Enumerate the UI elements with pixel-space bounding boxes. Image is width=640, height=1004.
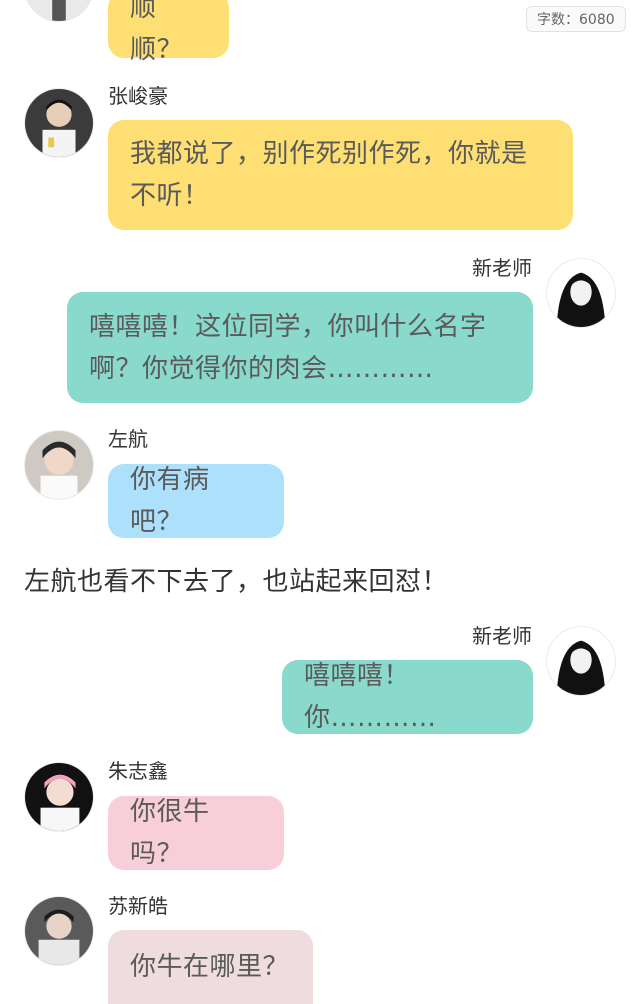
avatar-icon[interactable] bbox=[24, 762, 94, 832]
message-bubble: 嘻嘻嘻！你………… bbox=[282, 660, 533, 734]
message-text: 你很牛吗？ bbox=[130, 797, 210, 869]
message-text: 嘻嘻嘻！这位同学，你叫什么名字啊？你觉得你的肉会………… bbox=[89, 311, 487, 384]
speaker-name: 新老师 bbox=[472, 624, 532, 648]
avatar-icon[interactable] bbox=[24, 896, 94, 966]
speaker-name: 朱志鑫 bbox=[108, 759, 168, 783]
avatar-icon[interactable] bbox=[546, 626, 616, 696]
speaker-name: 新老师 bbox=[472, 256, 532, 280]
message-text: 我都说了，别作死别作死，你就是不听！ bbox=[130, 139, 528, 211]
message-bubble: 顺顺？ bbox=[108, 0, 229, 65]
avatar-icon[interactable] bbox=[24, 88, 94, 158]
speaker-name: 张峻豪 bbox=[108, 84, 168, 108]
message-bubble: 你有病吧？ bbox=[108, 464, 284, 538]
avatar-icon[interactable] bbox=[24, 0, 94, 22]
speaker-name: 苏新皓 bbox=[108, 894, 168, 918]
narration-text: 左航也看不下去了，也站起来回怼！ bbox=[24, 567, 449, 597]
message-bubble: 嘻嘻嘻！这位同学，你叫什么名字啊？你觉得你的肉会………… bbox=[67, 292, 533, 403]
speaker-name: 左航 bbox=[108, 427, 148, 451]
avatar-icon[interactable] bbox=[24, 430, 94, 500]
message-text: 顺顺？ bbox=[130, 0, 184, 65]
avatar-icon[interactable] bbox=[546, 258, 616, 328]
word-count-badge: 字数：6080 bbox=[526, 6, 626, 32]
message-text: 你牛在哪里？ bbox=[130, 952, 290, 982]
message-bubble: 你很牛吗？ bbox=[108, 796, 284, 870]
message-text: 你有病吧？ bbox=[130, 465, 210, 537]
message-bubble: 我都说了，别作死别作死，你就是不听！ bbox=[108, 120, 573, 230]
message-text: 嘻嘻嘻！你………… bbox=[304, 661, 437, 733]
message-bubble: 你牛在哪里？ bbox=[108, 930, 313, 1004]
